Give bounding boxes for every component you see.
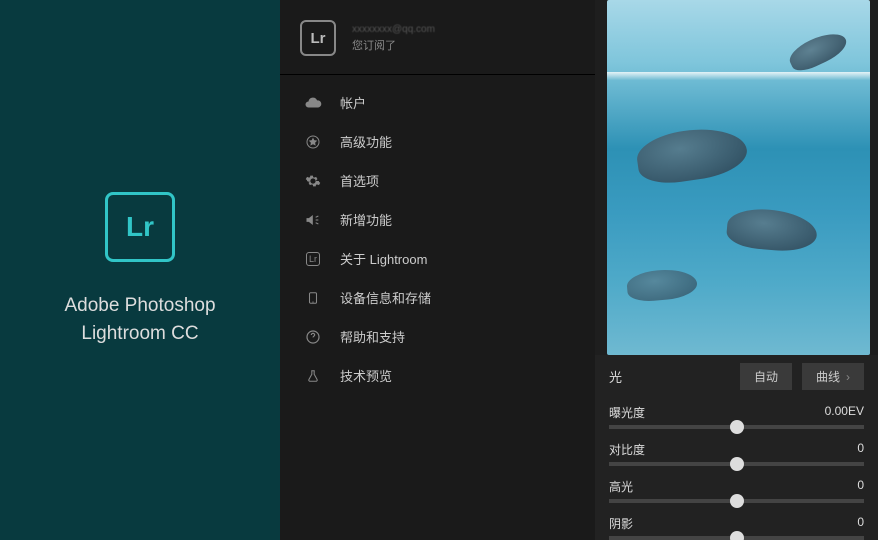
star-icon [304,133,322,151]
slider-contrast: 对比度 0 [595,435,878,472]
menu-item-about[interactable]: Lr 关于 Lightroom [280,239,595,278]
menu-item-techpreview[interactable]: 技术预览 [280,356,595,395]
slider-value: 0.00EV [825,404,864,421]
menu-item-premium[interactable]: 高级功能 [280,122,595,161]
slider-thumb[interactable] [730,531,744,540]
menu-item-whatsnew[interactable]: 新增功能 [280,200,595,239]
device-icon [304,289,322,307]
slider-shadows: 阴影 0 [595,509,878,540]
section-head-light: 光 自动 曲线› [595,355,878,398]
account-block: xxxxxxxx@qq.com 您订阅了 [352,24,435,53]
slider-label: 高光 [609,478,633,495]
megaphone-icon [304,211,322,229]
menu-label: 首选项 [340,171,379,190]
menu-label: 新增功能 [340,210,392,229]
slider-exposure: 曝光度 0.00EV [595,398,878,435]
lr-icon: Lr [304,250,322,268]
slider-track-contrast[interactable] [609,462,864,466]
menu-label: 帐户 [340,93,366,112]
slider-track-shadows[interactable] [609,536,864,540]
menu-label: 高级功能 [340,132,392,151]
menu-item-account[interactable]: 帐户 [280,83,595,122]
cloud-icon [304,94,322,112]
menu-label: 帮助和支持 [340,327,405,346]
slider-thumb[interactable] [730,457,744,471]
slider-highlights: 高光 0 [595,472,878,509]
menu-list: 帐户 高级功能 首选项 新增功能 Lr 关于 Lightroom 设备信息和存储… [280,75,595,403]
brand-logo: Lr [105,192,175,262]
slider-label: 对比度 [609,441,645,458]
menu-item-preferences[interactable]: 首选项 [280,161,595,200]
menu-header: Lr xxxxxxxx@qq.com 您订阅了 [280,0,595,75]
auto-button[interactable]: 自动 [740,363,792,390]
menu-label: 技术预览 [340,366,392,385]
subscription-status: 您订阅了 [352,37,435,53]
edit-panel: 光 自动 曲线› 曝光度 0.00EV 对比度 0 高光 0 [595,0,878,540]
gear-icon [304,172,322,190]
adjust-section: 光 自动 曲线› 曝光度 0.00EV 对比度 0 高光 0 [595,355,878,540]
section-title: 光 [609,367,730,386]
slider-label: 阴影 [609,515,633,532]
slider-value: 0 [857,478,864,495]
account-email: xxxxxxxx@qq.com [352,24,435,35]
slider-track-exposure[interactable] [609,425,864,429]
slider-track-highlights[interactable] [609,499,864,503]
flask-icon [304,367,322,385]
chevron-right-icon: › [846,370,850,384]
menu-label: 设备信息和存储 [340,288,431,307]
menu-item-device[interactable]: 设备信息和存储 [280,278,595,317]
menu-panel: Lr xxxxxxxx@qq.com 您订阅了 帐户 高级功能 首选项 新增功能… [280,0,595,540]
menu-logo-icon: Lr [300,20,336,56]
slider-label: 曝光度 [609,404,645,421]
menu-item-help[interactable]: 帮助和支持 [280,317,595,356]
brand-logo-text: Lr [126,211,154,243]
image-preview[interactable] [607,0,870,355]
slider-thumb[interactable] [730,420,744,434]
menu-label: 关于 Lightroom [340,249,427,268]
help-icon [304,328,322,346]
slider-value: 0 [857,515,864,532]
slider-thumb[interactable] [730,494,744,508]
slider-value: 0 [857,441,864,458]
curves-button[interactable]: 曲线› [802,363,864,390]
brand-title: Adobe Photoshop Lightroom CC [64,292,215,349]
brand-panel: Lr Adobe Photoshop Lightroom CC [0,0,280,540]
